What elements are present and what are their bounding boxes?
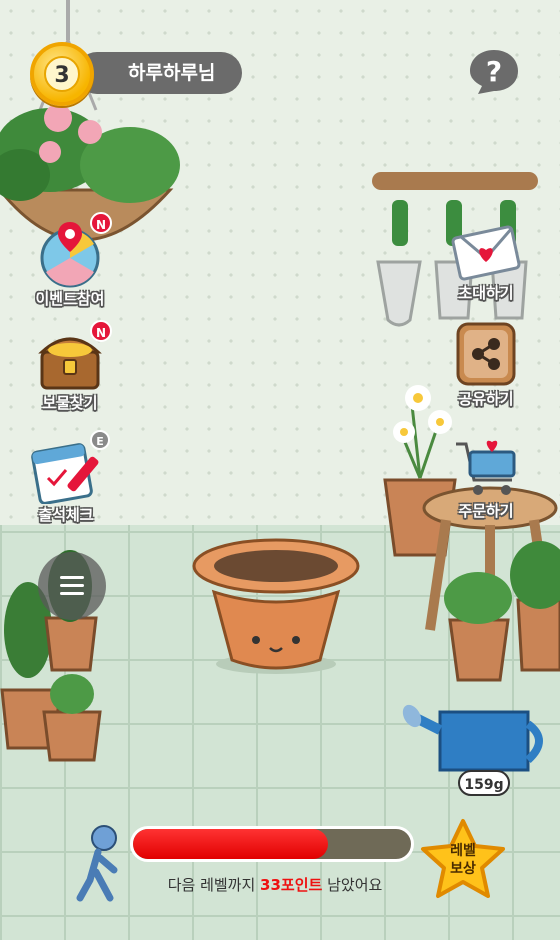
share-button[interactable]: 공유하기: [438, 322, 534, 409]
attendance-button[interactable]: E 출석체크: [18, 430, 114, 525]
attendance-label: 출석체크: [38, 506, 94, 524]
nickname-pill: 하루하루님: [76, 52, 242, 94]
level-progress-bar: [130, 826, 414, 862]
progress-message: 다음 레벨까지 33포인트 남았어요: [130, 874, 420, 895]
question-mark-icon[interactable]: ?: [468, 48, 520, 96]
e-badge: E: [90, 430, 110, 450]
treasure-hunt-button[interactable]: N 보물찾기: [22, 320, 118, 413]
invite-label: 초대하기: [458, 284, 514, 302]
share-icon: [456, 322, 516, 386]
envelope-heart-icon: [451, 225, 521, 281]
invite-button[interactable]: 초대하기: [438, 222, 534, 303]
progress-prefix: 다음 레벨까지: [167, 876, 261, 894]
water-amount: 159g: [458, 770, 510, 796]
event-label: 이벤트참여: [35, 290, 105, 308]
treasure-hunt-label: 보물찾기: [42, 394, 98, 412]
new-badge: N: [90, 320, 112, 342]
menu-line: [60, 576, 84, 579]
level-progress-fill: [133, 829, 328, 859]
shopping-cart-icon: [456, 440, 516, 495]
hamburger-menu-button[interactable]: [38, 552, 106, 620]
reward-line-2: 보상: [450, 861, 476, 877]
progress-suffix: 남았어요: [322, 876, 383, 894]
remaining-points: 33포인트: [260, 876, 323, 894]
order-label: 주문하기: [458, 502, 514, 520]
level-number: 3: [44, 56, 80, 92]
new-badge: N: [90, 212, 112, 234]
order-button[interactable]: 주문하기: [438, 436, 534, 521]
share-label: 공유하기: [458, 390, 514, 408]
menu-line: [60, 584, 84, 587]
nickname: 하루하루님: [128, 62, 216, 84]
level-reward-label[interactable]: 레벨보상: [420, 842, 506, 878]
svg-text:?: ?: [486, 55, 502, 88]
plant-pot[interactable]: [194, 540, 358, 680]
event-button[interactable]: N 이벤트참여: [22, 212, 118, 309]
watering-can-button[interactable]: [404, 700, 544, 776]
menu-line: [60, 592, 84, 595]
level-medal-icon: 3: [30, 42, 94, 106]
reward-line-1: 레벨: [450, 843, 476, 859]
